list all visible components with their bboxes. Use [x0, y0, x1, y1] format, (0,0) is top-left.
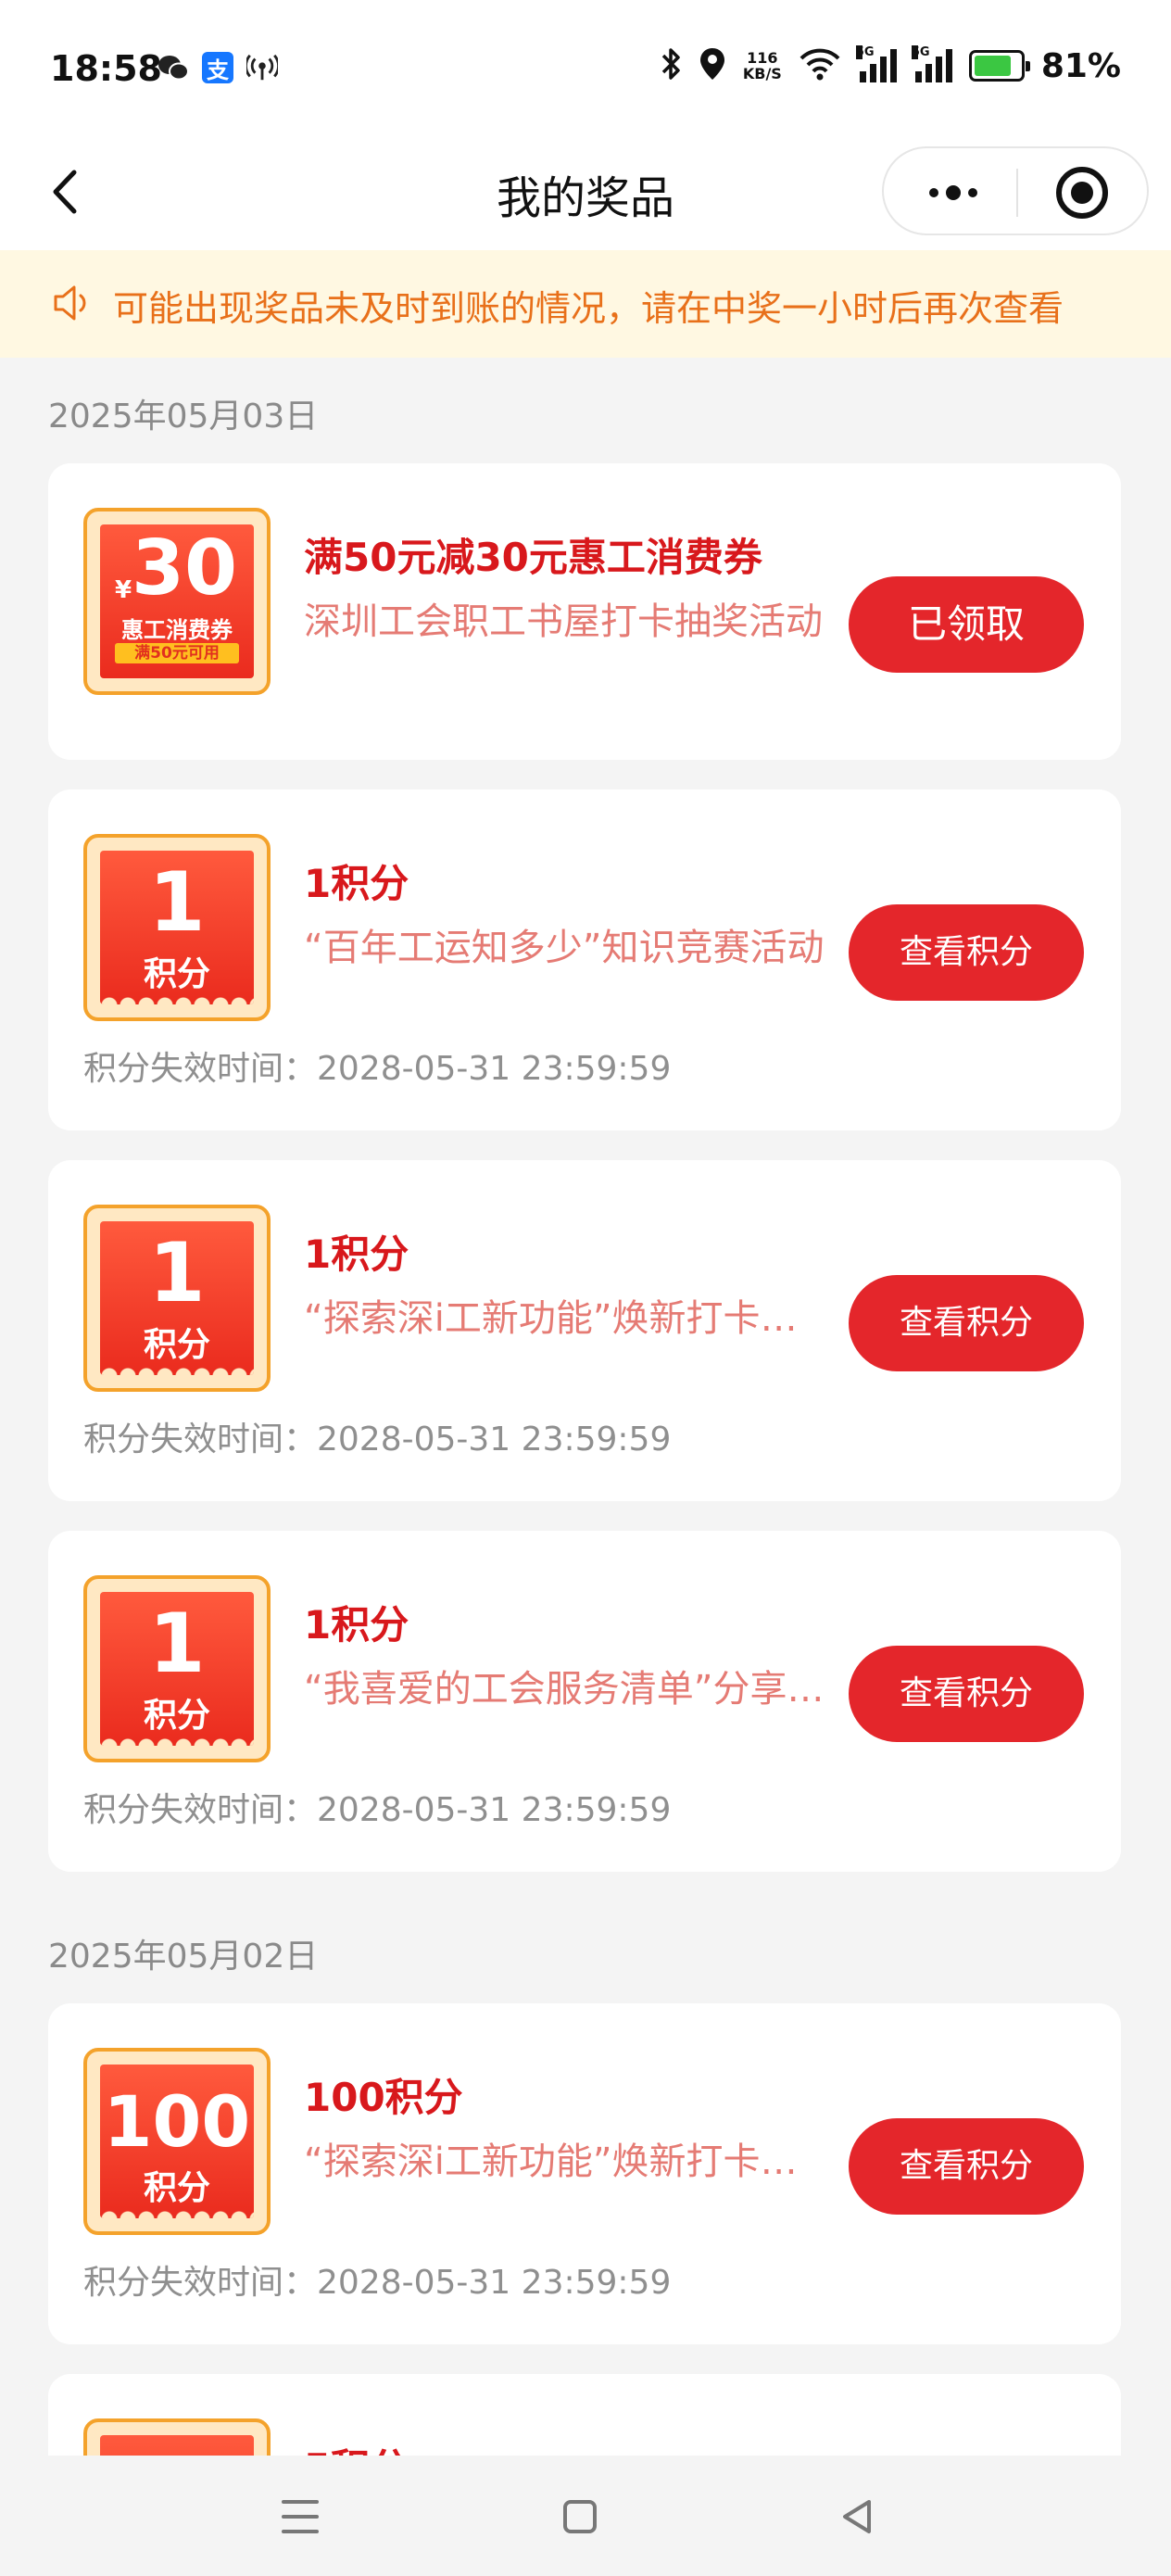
wifi-icon: [799, 47, 841, 84]
expiry-text: 积分失效时间：2028-05-31 23:59:59: [83, 1421, 672, 1458]
signal-5g-icon-2: 5G: [911, 45, 952, 82]
points-badge: 1 积分: [83, 1205, 271, 1392]
date-header: 2025年05月03日: [48, 398, 319, 436]
expiry-text: 积分失效时间：2028-05-31 23:59:59: [83, 1791, 672, 1829]
claimed-button[interactable]: 已领取: [849, 576, 1084, 673]
prize-title: 100积分: [304, 2075, 463, 2120]
close-target-icon[interactable]: [1056, 167, 1108, 219]
prize-card: 100 积分 100积分 “探索深i工新功能”焕新打卡活动 查看积分 积分失效时…: [48, 2003, 1121, 2344]
view-points-button[interactable]: 查看积分: [849, 1646, 1084, 1742]
prize-card: 5积分: [48, 2374, 1121, 2456]
more-dots-icon: [929, 188, 938, 197]
net-speed: 116 KB/S: [742, 49, 782, 82]
hotspot-icon: [246, 52, 278, 83]
prize-title: 满50元减30元惠工消费券: [304, 535, 762, 580]
date-header: 2025年05月02日: [48, 1938, 319, 1976]
points-badge: 1 积分: [83, 834, 271, 1021]
prize-desc: “探索深i工新功能”焕新打卡活动: [304, 2140, 828, 2183]
status-time: 18:58: [50, 48, 162, 89]
prize-title: 1积分: [304, 1231, 409, 1277]
mini-program-capsule: [882, 146, 1149, 235]
prize-card: 1 积分 1积分 “我喜爱的工会服务清单”分享活动 查看积分 积分失效时间：20…: [48, 1531, 1121, 1872]
status-bar: 18:58 支 116 KB/S 5G 5G 81%: [0, 0, 1171, 139]
notification-icons: 支: [157, 52, 278, 83]
battery-icon: [968, 50, 1030, 82]
prize-card: 1 积分 1积分 “探索深i工新功能”焕新打卡活动 查看积分 积分失效时间：20…: [48, 1160, 1121, 1501]
view-points-button[interactable]: 查看积分: [849, 1275, 1084, 1371]
system-nav-bar: [0, 2456, 1171, 2576]
notice-text: 可能出现奖品未及时到账的情况，请在中奖一小时后再次查看: [113, 288, 1064, 329]
prize-title: 1积分: [304, 1602, 409, 1648]
prize-desc: “我喜爱的工会服务清单”分享活动: [304, 1668, 828, 1711]
battery-percent: 81%: [1040, 46, 1121, 85]
speaker-icon: [52, 282, 94, 324]
expiry-text: 积分失效时间：2028-05-31 23:59:59: [83, 2264, 672, 2302]
expiry-text: 积分失效时间：2028-05-31 23:59:59: [83, 1050, 672, 1088]
nav-bar: 我的奖品: [0, 139, 1171, 250]
alipay-icon: 支: [202, 52, 233, 83]
prize-card: 1 积分 1积分 “百年工运知多少”知识竞赛活动 查看积分 积分失效时间：202…: [48, 789, 1121, 1130]
coupon-badge: ¥ 30 惠工消费券 满50元可用: [83, 508, 271, 695]
prize-card: ¥ 30 惠工消费券 满50元可用 满50元减30元惠工消费券 深圳工会职工书屋…: [48, 463, 1121, 760]
back-triangle-icon[interactable]: [837, 2496, 878, 2537]
more-button[interactable]: [921, 170, 986, 215]
prize-title: 1积分: [304, 861, 409, 906]
menu-icon[interactable]: [282, 2500, 319, 2533]
location-icon: [699, 46, 726, 85]
points-badge: [83, 2418, 271, 2456]
status-right-icons: 116 KB/S 5G 5G 81%: [660, 45, 1121, 85]
wechat-icon: [157, 52, 189, 83]
points-badge: 1 积分: [83, 1575, 271, 1762]
capsule-divider: [1016, 169, 1018, 217]
prize-desc: “探索深i工新功能”焕新打卡活动: [304, 1297, 828, 1340]
prize-title: 5积分: [304, 2437, 409, 2456]
prize-desc: 深圳工会职工书屋打卡抽奖活动: [304, 600, 823, 643]
prize-desc: “百年工运知多少”知识竞赛活动: [304, 927, 825, 969]
notice-banner: 可能出现奖品未及时到账的情况，请在中奖一小时后再次查看: [0, 250, 1171, 358]
bluetooth-icon: [660, 46, 682, 85]
view-points-button[interactable]: 查看积分: [849, 2118, 1084, 2215]
home-icon[interactable]: [563, 2500, 597, 2533]
points-badge: 100 积分: [83, 2048, 271, 2235]
signal-5g-icon-1: 5G: [855, 45, 897, 82]
view-points-button[interactable]: 查看积分: [849, 904, 1084, 1001]
